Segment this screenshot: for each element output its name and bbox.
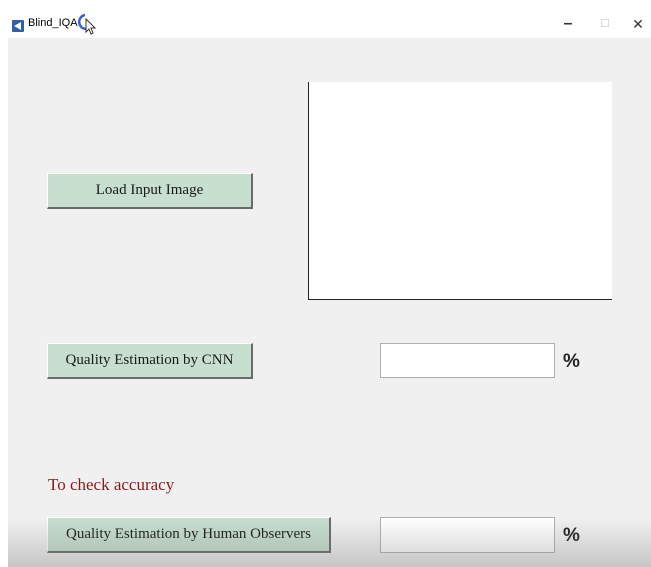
- cnn-score-field[interactable]: [380, 343, 555, 378]
- human-estimation-button[interactable]: Quality Estimation by Human Observers: [47, 517, 331, 553]
- close-button[interactable]: ✕: [623, 14, 651, 34]
- busy-cursor-icon: [78, 13, 96, 35]
- minimize-button[interactable]: –: [553, 14, 583, 34]
- human-score-field[interactable]: [380, 517, 555, 553]
- cnn-estimation-button[interactable]: Quality Estimation by CNN: [47, 343, 253, 379]
- window-title: Blind_IQA: [28, 17, 78, 29]
- matlab-figure-icon: [12, 20, 24, 32]
- figure-panel: Load Input Image Quality Estimation by C…: [8, 38, 651, 567]
- image-axes: [308, 82, 612, 300]
- title-bar: Blind_IQA – ☐ ✕: [0, 0, 651, 38]
- human-percent-label: %: [563, 525, 580, 546]
- maximize-button[interactable]: ☐: [590, 14, 620, 34]
- cnn-percent-label: %: [563, 351, 580, 372]
- accuracy-note: To check accuracy: [48, 475, 175, 494]
- load-input-image-button[interactable]: Load Input Image: [47, 173, 253, 209]
